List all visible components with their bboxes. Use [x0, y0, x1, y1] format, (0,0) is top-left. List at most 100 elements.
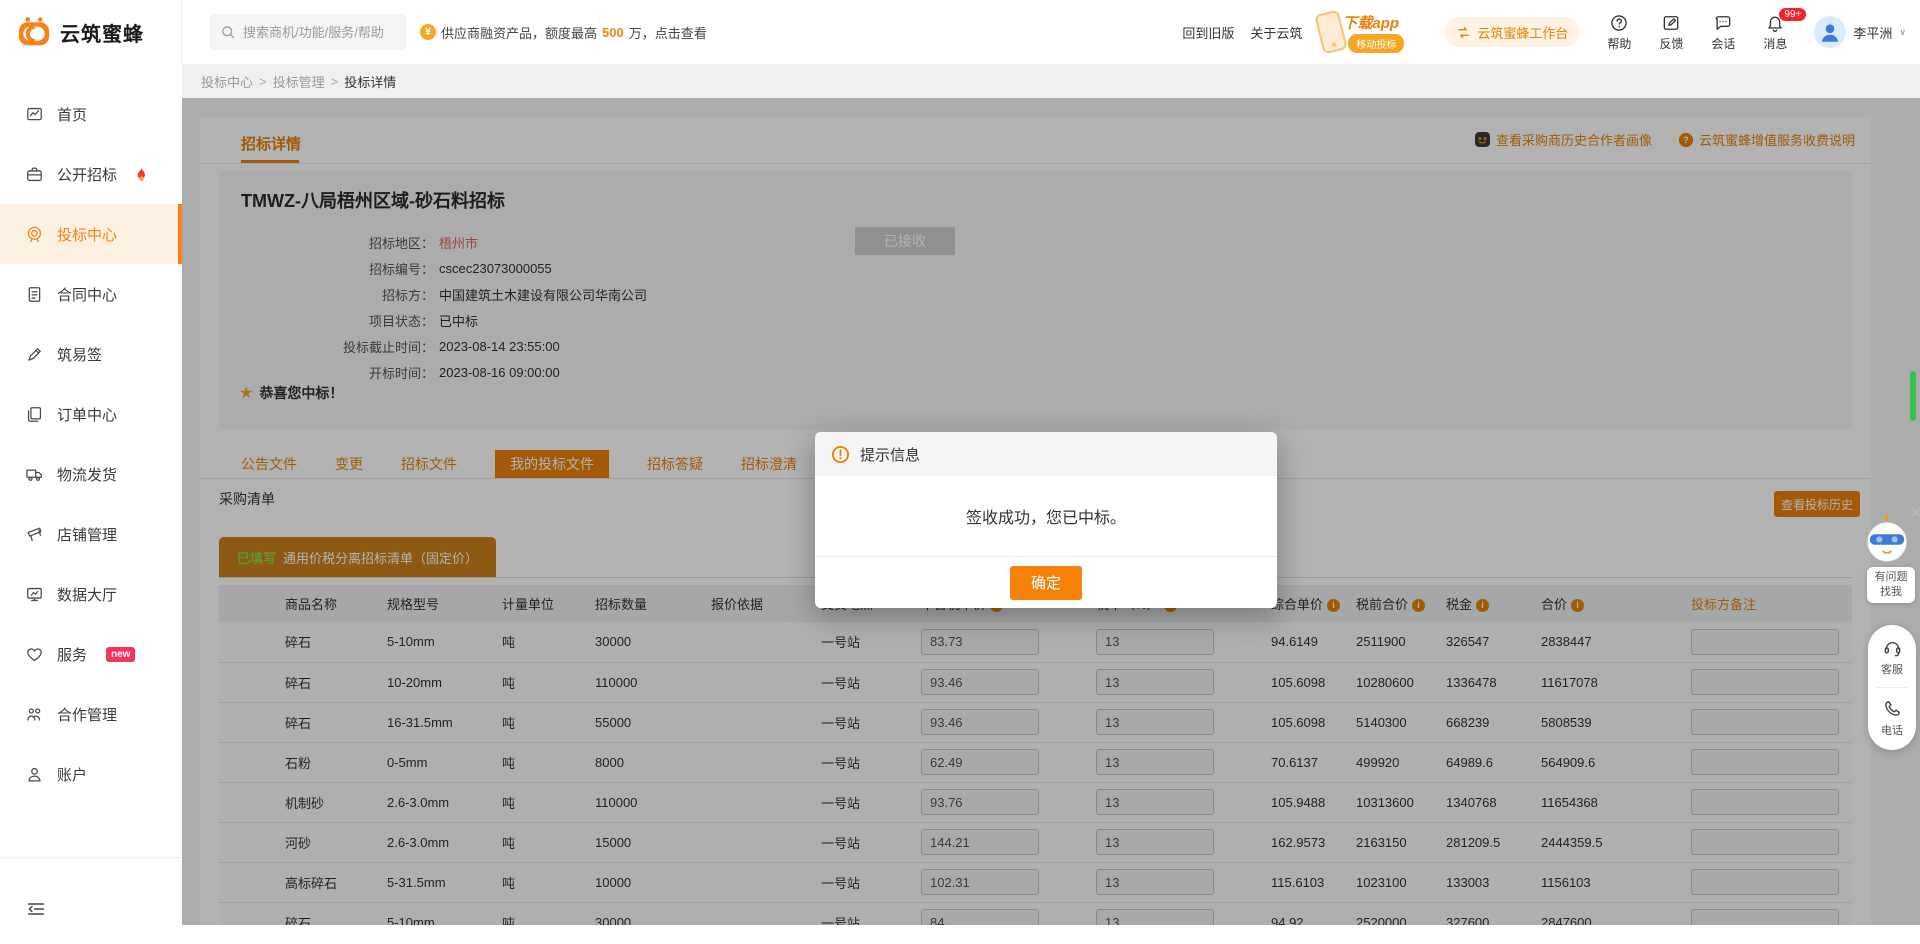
back-to-old-link[interactable]: 回到旧版	[1182, 23, 1234, 42]
truck-icon	[25, 465, 44, 484]
action-帮助[interactable]: 帮助	[1596, 13, 1642, 52]
promo-amount: 500	[602, 25, 624, 40]
breadcrumb: 投标中心>投标管理>投标详情	[182, 64, 1920, 98]
breadcrumb-item[interactable]: 投标管理	[273, 72, 325, 91]
new-badge: new	[106, 647, 135, 662]
contract-icon	[25, 285, 44, 304]
account-icon	[25, 765, 44, 784]
headset-icon	[1882, 637, 1903, 658]
avatar	[1814, 16, 1846, 48]
bid-center-icon	[25, 225, 44, 244]
content-area: 投标中心>投标管理>投标详情 招标详情 查看采购商历史合作者画像 ? 云筑蜜蜂增…	[182, 64, 1920, 944]
contact-pill: 客服 电话	[1868, 625, 1916, 750]
sidebar-item-合作管理[interactable]: 合作管理	[0, 684, 182, 744]
breadcrumb-item[interactable]: 投标中心	[201, 72, 253, 91]
sidebar-item-投标中心[interactable]: 投标中心	[0, 204, 182, 264]
swap-icon	[1456, 25, 1471, 40]
download-app-entry[interactable]: 下载app 移动投标	[1318, 6, 1428, 58]
sidebar-item-label: 筑易签	[57, 344, 102, 365]
modal-title: 提示信息	[860, 444, 920, 465]
sidebar-item-label: 物流发货	[57, 464, 117, 485]
sidebar-item-合同中心[interactable]: 合同中心	[0, 264, 182, 324]
finance-promo-banner[interactable]: ¥ 供应商融资产品，额度最高 500 万，点击查看	[420, 23, 707, 42]
sidebar-list: 首页公开招标投标中心合同中心筑易签订单中心物流发货店铺管理数据大厅服务 new 合作…	[0, 64, 182, 804]
topbar: 云筑蜜蜂 ¥ 供应商融资产品，额度最高 500 万，点击查看 回到旧版 关于云筑 下…	[0, 0, 1920, 64]
sidebar: 首页公开招标投标中心合同中心筑易签订单中心物流发货店铺管理数据大厅服务 new 合作…	[0, 64, 182, 944]
close-icon[interactable]: ✕	[1911, 505, 1920, 521]
assistant-mascot[interactable]: ✕ 有问题 找我	[1864, 513, 1918, 603]
sidebar-item-物流发货[interactable]: 物流发货	[0, 444, 182, 504]
phone-contact-button[interactable]: 电话	[1868, 698, 1916, 738]
action-会话[interactable]: 会话	[1700, 13, 1746, 52]
action-label: 会话	[1700, 35, 1746, 52]
sidebar-item-label: 服务	[57, 644, 87, 665]
action-label: 帮助	[1596, 35, 1642, 52]
phone-icon	[1318, 11, 1344, 53]
customer-service-button[interactable]: 客服	[1868, 637, 1916, 677]
breadcrumb-separator: >	[331, 74, 339, 89]
collapse-sidebar-icon[interactable]	[25, 898, 182, 920]
modal-message: 签收成功，您已中标。	[815, 476, 1277, 556]
unread-count-badge: 99+	[1778, 7, 1807, 22]
workbench-button[interactable]: 云筑蜜蜂工作台	[1444, 17, 1580, 47]
sidebar-item-服务[interactable]: 服务 new	[0, 624, 182, 684]
breadcrumb-item: 投标详情	[344, 72, 396, 91]
flame-icon	[130, 167, 149, 182]
sign-icon	[25, 345, 44, 364]
home-icon	[25, 105, 44, 124]
sidebar-item-数据大厅[interactable]: 数据大厅	[0, 564, 182, 624]
modal-header: 提示信息	[815, 432, 1277, 476]
briefcase-icon	[25, 165, 44, 184]
mobile-bid-badge: 移动投标	[1348, 34, 1404, 53]
sidebar-item-label: 合作管理	[57, 704, 117, 725]
sidebar-item-label: 数据大厅	[57, 584, 117, 605]
chat-icon	[1713, 13, 1733, 33]
sidebar-item-公开招标[interactable]: 公开招标	[0, 144, 182, 204]
sidebar-item-label: 首页	[57, 104, 87, 125]
user-name: 李平洲	[1853, 23, 1892, 42]
sidebar-item-店铺管理[interactable]: 店铺管理	[0, 504, 182, 564]
action-label: 消息	[1752, 35, 1798, 52]
notice-modal: 提示信息 签收成功，您已中标。 确定	[815, 432, 1277, 608]
sidebar-item-label: 店铺管理	[57, 524, 117, 545]
cooperation-icon	[25, 705, 44, 724]
sidebar-item-label: 投标中心	[57, 224, 117, 245]
action-label: 反馈	[1648, 35, 1694, 52]
sidebar-item-筑易签[interactable]: 筑易签	[0, 324, 182, 384]
confirm-button[interactable]: 确定	[1010, 566, 1082, 600]
topbar-actions: 帮助反馈会话消息99+	[1596, 13, 1798, 52]
promo-text: 供应商融资产品，额度最高	[441, 23, 597, 42]
bee-logo-icon	[16, 16, 52, 48]
global-search[interactable]	[210, 14, 406, 50]
action-消息[interactable]: 消息99+	[1752, 13, 1798, 52]
sidebar-item-label: 合同中心	[57, 284, 117, 305]
order-icon	[25, 405, 44, 424]
brand-logo[interactable]: 云筑蜜蜂	[0, 0, 182, 64]
sidebar-item-账户[interactable]: 账户	[0, 744, 182, 804]
brand-name: 云筑蜜蜂	[60, 18, 144, 47]
mascot-bubble[interactable]: 有问题 找我	[1867, 567, 1915, 603]
alert-circle-icon	[831, 445, 850, 464]
download-app-label: 下载app	[1342, 12, 1399, 33]
sidebar-item-label: 订单中心	[57, 404, 117, 425]
data-icon	[25, 585, 44, 604]
chevron-down-icon: ∨	[1899, 27, 1906, 38]
search-input[interactable]	[243, 25, 396, 40]
sidebar-item-订单中心[interactable]: 订单中心	[0, 384, 182, 444]
question-circle-icon	[1609, 13, 1629, 33]
search-icon	[220, 24, 236, 40]
sidebar-item-label: 公开招标	[57, 164, 117, 185]
about-link[interactable]: 关于云筑	[1250, 23, 1302, 42]
service-icon	[25, 645, 44, 664]
scrollbar-thumb[interactable]	[1910, 371, 1916, 421]
feedback-icon	[1661, 13, 1681, 33]
sidebar-item-label: 账户	[57, 764, 87, 785]
user-menu[interactable]: 李平洲 ∨	[1814, 16, 1906, 48]
promo-text-suffix: 万，点击查看	[629, 23, 707, 42]
money-bag-icon: ¥	[420, 24, 436, 40]
action-反馈[interactable]: 反馈	[1648, 13, 1694, 52]
main-region: 招标详情 查看采购商历史合作者画像 ? 云筑蜜蜂增值服务收费说明	[182, 98, 1920, 925]
sidebar-item-首页[interactable]: 首页	[0, 84, 182, 144]
workbench-label: 云筑蜜蜂工作台	[1477, 23, 1568, 42]
phone-icon	[1882, 698, 1903, 719]
